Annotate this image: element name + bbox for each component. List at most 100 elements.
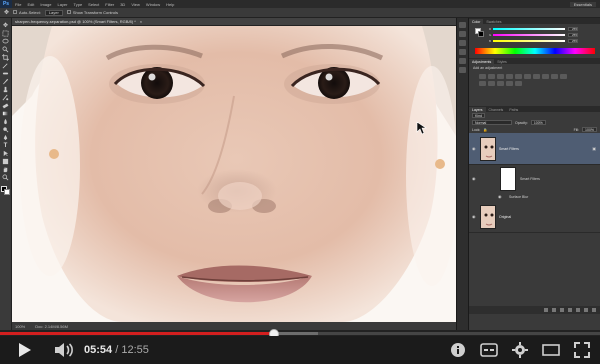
show-transform-checkbox[interactable]: Show Transform Controls: [66, 10, 118, 15]
curves-icon[interactable]: [497, 74, 504, 79]
channel-mixer-icon[interactable]: [560, 74, 567, 79]
history-panel-icon[interactable]: [459, 22, 466, 28]
eyedropper-tool-icon[interactable]: [2, 62, 10, 69]
gradient-map-icon[interactable]: [506, 81, 513, 86]
lock-row: Lock: 🔒 Fill: 100%: [469, 126, 600, 133]
photo-filter-icon[interactable]: [551, 74, 558, 79]
menu-help[interactable]: Help: [163, 2, 177, 7]
info-icon[interactable]: [450, 342, 466, 358]
visibility-eye-icon[interactable]: ◉: [498, 195, 503, 199]
menu-filter[interactable]: Filter: [102, 2, 117, 7]
visibility-eye-icon[interactable]: ◉: [472, 177, 477, 181]
vibrance-icon[interactable]: [515, 74, 522, 79]
brightness-contrast-icon[interactable]: [479, 74, 486, 79]
layer-kind-filter[interactable]: Kind: [472, 113, 486, 118]
settings-gear-icon[interactable]: [512, 342, 528, 358]
blue-slider[interactable]: B 255: [489, 38, 581, 43]
lasso-tool-icon[interactable]: [2, 38, 10, 45]
shape-tool-icon[interactable]: [2, 158, 10, 165]
eraser-tool-icon[interactable]: [2, 102, 10, 109]
color-balance-icon[interactable]: [533, 74, 540, 79]
fullscreen-icon[interactable]: [574, 342, 590, 358]
auto-select-checkbox[interactable]: Auto-Select:: [13, 10, 41, 15]
menu-window[interactable]: Window: [143, 2, 163, 7]
blend-mode-dropdown[interactable]: Normal: [472, 120, 512, 125]
zoom-level[interactable]: 100%: [15, 324, 25, 329]
document-tab[interactable]: sharpen-frequency-separation.psd @ 100% …: [12, 18, 456, 26]
color-swatches[interactable]: [0, 186, 11, 196]
menu-edit[interactable]: Edit: [24, 2, 37, 7]
panel-background-swatch[interactable]: [478, 31, 484, 37]
character-panel-icon[interactable]: [459, 58, 466, 64]
quick-select-tool-icon[interactable]: [2, 46, 10, 53]
gradient-tool-icon[interactable]: [2, 110, 10, 117]
layer-row-smart-filters[interactable]: ◉ Smart Filters ▣: [469, 133, 600, 165]
group-icon[interactable]: [576, 308, 580, 312]
panel-dock: [456, 18, 468, 330]
surface-blur-row[interactable]: ◉ Surface Blur: [469, 193, 600, 201]
threshold-icon[interactable]: [497, 81, 504, 86]
blur-tool-icon[interactable]: [2, 118, 10, 125]
posterize-icon[interactable]: [488, 81, 495, 86]
new-layer-icon[interactable]: [584, 308, 588, 312]
black-white-icon[interactable]: [542, 74, 549, 79]
auto-select-dropdown[interactable]: Layer: [44, 9, 63, 16]
close-tab-icon[interactable]: ×: [140, 19, 142, 24]
type-tool-icon[interactable]: T: [2, 142, 10, 149]
layer-style-icon[interactable]: [552, 308, 556, 312]
menu-select[interactable]: Select: [85, 2, 102, 7]
hand-tool-icon[interactable]: [2, 166, 10, 173]
document-canvas[interactable]: [12, 26, 456, 322]
lock-icon[interactable]: 🔒: [483, 128, 487, 132]
paragraph-panel-icon[interactable]: [459, 67, 466, 73]
fill-input[interactable]: 100%: [582, 127, 597, 132]
delete-layer-icon[interactable]: [592, 308, 596, 312]
brush-panel-icon[interactable]: [459, 40, 466, 46]
healing-brush-tool-icon[interactable]: [2, 70, 10, 77]
menu-type[interactable]: Type: [71, 2, 86, 7]
menu-3d[interactable]: 3D: [117, 2, 128, 7]
visibility-eye-icon[interactable]: ◉: [472, 214, 477, 219]
smart-filters-row[interactable]: ◉ Smart Filters: [469, 165, 600, 193]
dodge-tool-icon[interactable]: [2, 126, 10, 133]
menu-image[interactable]: Image: [37, 2, 54, 7]
green-slider[interactable]: G 255: [489, 32, 581, 37]
properties-panel-icon[interactable]: [459, 31, 466, 37]
menu-file[interactable]: File: [12, 2, 24, 7]
background-color-swatch[interactable]: [3, 189, 10, 195]
opacity-input[interactable]: 100%: [530, 120, 546, 125]
selective-color-icon[interactable]: [515, 81, 522, 86]
clone-stamp-tool-icon[interactable]: [2, 86, 10, 93]
link-layers-icon[interactable]: [544, 308, 548, 312]
layers-footer: [469, 306, 600, 314]
menu-view[interactable]: View: [128, 2, 143, 7]
play-icon[interactable]: [18, 342, 32, 358]
workspace-selector[interactable]: Essentials: [569, 1, 596, 7]
add-mask-icon[interactable]: [560, 308, 564, 312]
clone-source-panel-icon[interactable]: [459, 49, 466, 55]
color-spectrum[interactable]: [475, 48, 595, 54]
captions-icon[interactable]: [480, 343, 498, 357]
move-tool-icon[interactable]: ✥: [2, 22, 10, 29]
levels-icon[interactable]: [488, 74, 495, 79]
invert-icon[interactable]: [479, 81, 486, 86]
status-bar: 100% Doc: 2.14M/8.56M: [12, 322, 456, 330]
volume-icon[interactable]: [54, 342, 74, 358]
adjustment-layer-icon[interactable]: [568, 308, 572, 312]
layer-row-original[interactable]: ◉ Original: [469, 201, 600, 233]
fill-label: Fill:: [573, 127, 580, 132]
path-select-tool-icon[interactable]: [2, 150, 10, 157]
pen-tool-icon[interactable]: [2, 134, 10, 141]
brush-tool-icon[interactable]: [2, 78, 10, 85]
crop-tool-icon[interactable]: [2, 54, 10, 61]
red-slider[interactable]: R 255: [489, 26, 581, 31]
visibility-eye-icon[interactable]: ◉: [472, 146, 477, 151]
marquee-tool-icon[interactable]: [2, 30, 10, 37]
hue-saturation-icon[interactable]: [524, 74, 531, 79]
theater-mode-icon[interactable]: [542, 344, 560, 356]
zoom-tool-icon[interactable]: [2, 174, 10, 181]
exposure-icon[interactable]: [506, 74, 513, 79]
surface-blur-label: Surface Blur: [509, 195, 529, 199]
history-brush-tool-icon[interactable]: [2, 94, 10, 101]
menu-layer[interactable]: Layer: [54, 2, 70, 7]
